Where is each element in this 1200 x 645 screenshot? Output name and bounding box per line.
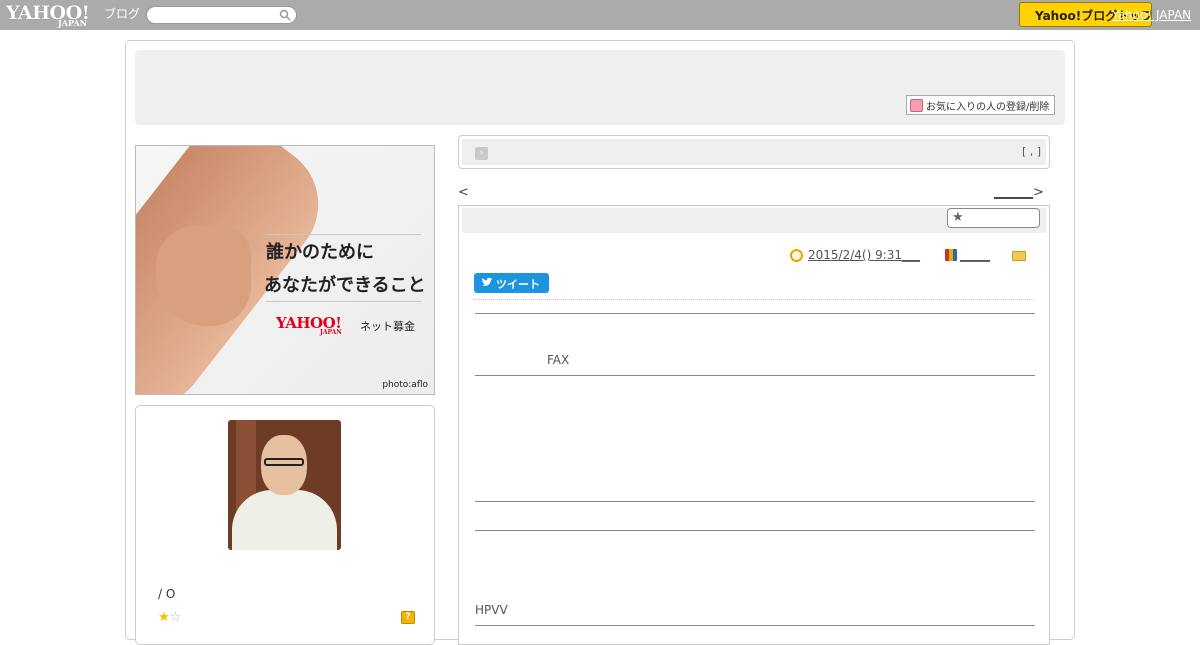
theme-icon	[945, 249, 957, 261]
article-rule	[475, 530, 1035, 531]
banner-service-name: ネット募金	[360, 320, 415, 333]
category-bracket: [ , ]	[1022, 145, 1042, 158]
article-date[interactable]: 2015/2/4() 9:31___	[808, 248, 920, 262]
favorite-user-label: お気に入りの人の登録/削除	[926, 102, 1050, 113]
category-bar-inner	[462, 139, 1046, 165]
star-icon: ★	[952, 210, 964, 225]
banner-brand-sub: JAPAN	[320, 329, 342, 336]
article-theme-link[interactable]: _____	[960, 248, 990, 262]
top-bar: YAHOO! JAPAN ブログ Yahoo!ブログトップ Yahoo! JAP…	[0, 0, 1200, 30]
profile-nickname[interactable]: / O	[158, 587, 175, 601]
avatar[interactable]	[228, 420, 341, 550]
next-arrow: >	[1033, 185, 1044, 200]
logo-japan: JAPAN	[58, 18, 87, 28]
article-text-hpvv: HPVV	[475, 603, 508, 617]
banner-divider	[266, 301, 421, 302]
banner-divider	[266, 234, 421, 235]
article-rule	[475, 501, 1035, 502]
avatar-glasses	[264, 458, 304, 466]
prev-article-link[interactable]: <	[458, 185, 469, 200]
logo-service: ブログ	[104, 7, 141, 21]
search-icon[interactable]	[279, 9, 291, 21]
help-icon[interactable]: ?	[401, 611, 415, 624]
heart-icon	[910, 99, 923, 112]
banner-photo-credit: photo:aflo	[382, 380, 428, 390]
tweet-button[interactable]: ツイート	[474, 273, 549, 293]
tweet-label: ツイート	[496, 278, 540, 291]
yahoo-japan-link[interactable]: Yahoo! JAPAN	[1112, 8, 1191, 22]
favorite-user-button[interactable]: お気に入りの人の登録/削除	[906, 95, 1055, 115]
next-article-link[interactable]: ______>	[994, 185, 1044, 200]
chevron-right-icon[interactable]: ›	[475, 147, 488, 160]
charity-banner[interactable]: 誰かのために あなたができること YAHOO! JAPAN ネット募金 phot…	[135, 145, 435, 395]
banner-headline-2: あなたができること	[264, 275, 426, 296]
star-filled-icon: ★	[158, 610, 170, 625]
folder-icon[interactable]	[1012, 251, 1026, 261]
next-article-text: ______	[994, 185, 1033, 200]
star-empty-icon: ☆	[169, 610, 182, 625]
favorite-article-button[interactable]: ★	[947, 208, 1040, 228]
article-rule	[475, 625, 1035, 626]
article-panel	[458, 205, 1050, 645]
profile-rating: ★☆	[158, 610, 181, 625]
article-rule	[475, 313, 1035, 314]
article-text-fax: FAX	[547, 353, 570, 367]
clock-icon	[790, 249, 803, 262]
avatar-coat	[232, 490, 337, 550]
banner-hand-image	[156, 226, 251, 326]
search-input[interactable]	[146, 6, 297, 24]
article-divider	[474, 299, 1034, 300]
twitter-bird-icon	[482, 277, 493, 286]
article-rule	[475, 375, 1035, 376]
banner-headline-1: 誰かのために	[266, 242, 374, 263]
